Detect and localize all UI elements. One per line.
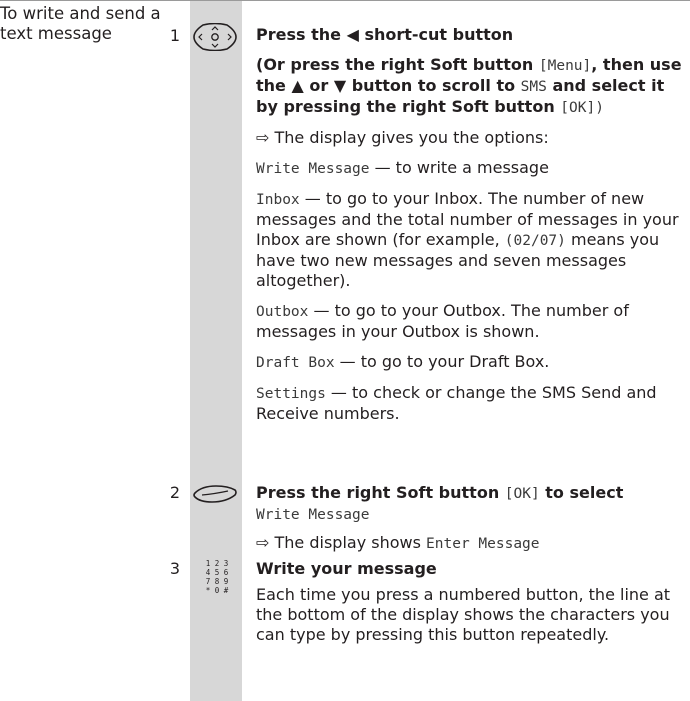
display-arrow-icon: ⇨ [256, 128, 270, 147]
step-3-heading: Write your message [256, 559, 437, 578]
option-inbox: Inbox — to go to your Inbox. The number … [256, 189, 679, 290]
option-draft-box: Draft Box — to go to your Draft Box. [256, 352, 550, 371]
left-arrow-icon: ◀ [346, 25, 359, 44]
up-arrow-icon: ▲ [291, 76, 304, 95]
option-settings: Settings — to check or change the SMS Se… [256, 383, 657, 423]
step-1-heading: Press the ◀ short-cut button [256, 25, 514, 44]
keypad-icon: 1 2 3 4 5 6 7 8 9 * 0 # [205, 559, 229, 595]
display-arrow-icon: ⇨ [256, 533, 270, 552]
soft-button-icon [193, 485, 237, 503]
step-2-content: Press the right Soft button [OK] to sele… [256, 483, 690, 564]
section-title: To write and send a text message [0, 4, 161, 43]
step-icon-column [190, 0, 242, 701]
display-options-intro: ⇨ The display gives you the options: [256, 128, 549, 147]
step-number-2: 2 [169, 483, 180, 502]
down-arrow-icon: ▼ [333, 76, 347, 95]
step-2-heading: Press the right Soft button [OK] to sele… [256, 483, 624, 523]
option-write-message: Write Message — to write a message [256, 158, 549, 177]
step-1-content: Press the ◀ short-cut button (Or press t… [256, 25, 690, 434]
top-rule [0, 0, 690, 1]
step-number-3: 3 [169, 559, 180, 578]
step-2-display: ⇨ The display shows Enter Message [256, 533, 540, 552]
option-outbox: Outbox — to go to your Outbox. The numbe… [256, 301, 629, 341]
step-1-alternative: (Or press the right Soft button [Menu], … [256, 55, 682, 116]
navigation-pad-icon [193, 23, 237, 51]
step-3-body: Each time you press a numbered button, t… [256, 585, 671, 644]
step-number-1: 1 [169, 26, 180, 45]
step-3-content: Write your message Each time you press a… [256, 559, 690, 655]
